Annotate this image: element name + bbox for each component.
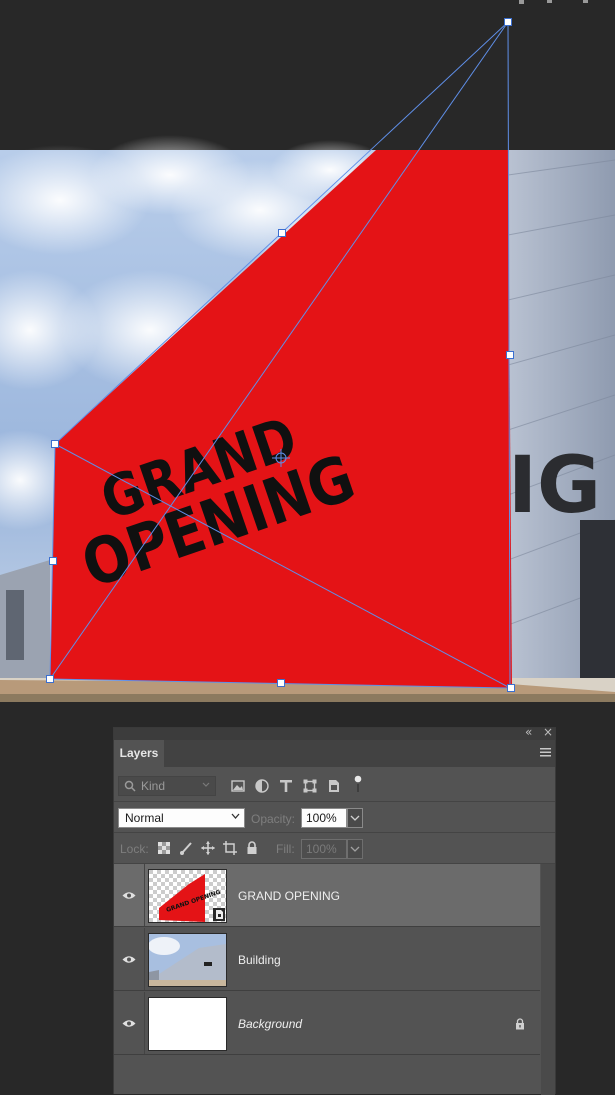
lock-image-pixels-icon[interactable] [179, 841, 193, 855]
panel-title-bar: « × [114, 725, 555, 740]
lock-transparent-pixels-icon[interactable] [157, 841, 171, 855]
blend-mode-value: Normal [125, 811, 164, 825]
chevron-down-icon [231, 813, 240, 819]
panel-tab-bar: Layers [114, 740, 555, 767]
blend-opacity-row: Normal Opacity: 100% [114, 802, 555, 833]
layer-thumbnail: GRAND OPENING [148, 869, 227, 923]
options-icon-3[interactable] [583, 0, 588, 3]
layer-filter-row: Kind [114, 767, 555, 802]
type-filter-icon[interactable] [279, 779, 293, 793]
blend-mode-select[interactable]: Normal [118, 808, 245, 828]
smart-object-filter-icon[interactable] [327, 779, 341, 793]
handle-right-middle[interactable] [506, 351, 514, 359]
chevron-down-icon [350, 846, 360, 852]
layer-row-background[interactable]: Background [114, 992, 540, 1055]
lock-fill-row: Lock: Fill: 100% [114, 833, 555, 864]
visibility-toggle[interactable] [114, 864, 145, 926]
layers-panel: « × Layers Kind Normal Opacity: 100% Loc… [113, 725, 556, 1095]
building-sign-letters: IG [508, 441, 601, 531]
handle-top-left[interactable] [51, 440, 59, 448]
handle-bottom-middle[interactable] [277, 679, 285, 687]
document-canvas[interactable]: IG GRAND OPENING [0, 0, 615, 702]
filter-kind-label: Kind [141, 779, 166, 793]
opacity-dropdown-button[interactable] [347, 808, 363, 828]
layers-scrollbar[interactable] [541, 864, 555, 1095]
handle-left-middle[interactable] [49, 557, 57, 565]
options-icon-2[interactable] [547, 0, 552, 3]
layer-thumbnail [148, 997, 227, 1051]
filter-kind-select[interactable]: Kind [118, 776, 216, 796]
close-icon[interactable]: × [543, 725, 553, 739]
adjustment-filter-icon[interactable] [255, 779, 269, 793]
eye-icon [122, 892, 136, 899]
double-chevron-left-icon[interactable]: « [525, 725, 532, 739]
visibility-toggle[interactable] [114, 928, 145, 990]
options-bar-icons[interactable] [519, 0, 588, 4]
lock-icon [516, 1018, 524, 1030]
options-icon[interactable] [519, 0, 524, 4]
hamburger-menu-icon[interactable] [540, 748, 551, 757]
filter-toggle-icon[interactable] [354, 775, 362, 793]
lock-all-icon[interactable] [245, 841, 259, 855]
lock-position-icon[interactable] [201, 841, 215, 855]
layer-row-building[interactable]: Building [114, 928, 540, 991]
lock-artboard-icon[interactable] [223, 841, 237, 855]
tab-layers[interactable]: Layers [114, 740, 164, 767]
search-icon [124, 780, 136, 792]
chevron-down-icon [202, 782, 210, 787]
image-filter-icon[interactable] [231, 779, 245, 793]
eye-icon [122, 1020, 136, 1027]
layer-row-grand-opening[interactable]: GRAND OPENING GRAND OPENING [114, 864, 540, 927]
layer-name: Background [238, 1017, 303, 1031]
layer-thumbnail [148, 933, 227, 987]
opacity-input[interactable]: 100% [301, 808, 347, 828]
opacity-label: Opacity: [251, 812, 296, 826]
eye-icon [122, 956, 136, 963]
handle-bottom-right[interactable] [507, 684, 515, 692]
shape-filter-icon[interactable] [303, 779, 317, 793]
fill-input[interactable]: 100% [301, 839, 347, 859]
chevron-down-icon [350, 815, 360, 821]
visibility-toggle[interactable] [114, 992, 145, 1054]
layer-name: GRAND OPENING [238, 889, 341, 903]
lock-label: Lock: [120, 842, 149, 856]
handle-bottom-left[interactable] [46, 675, 54, 683]
document-canvas-area[interactable]: IG GRAND OPENING [0, 0, 615, 702]
fill-dropdown-button[interactable] [347, 839, 363, 859]
handle-top-middle[interactable] [278, 229, 286, 237]
layer-name: Building [238, 953, 281, 967]
handle-top-right[interactable] [504, 18, 512, 26]
fill-label: Fill: [276, 842, 295, 856]
